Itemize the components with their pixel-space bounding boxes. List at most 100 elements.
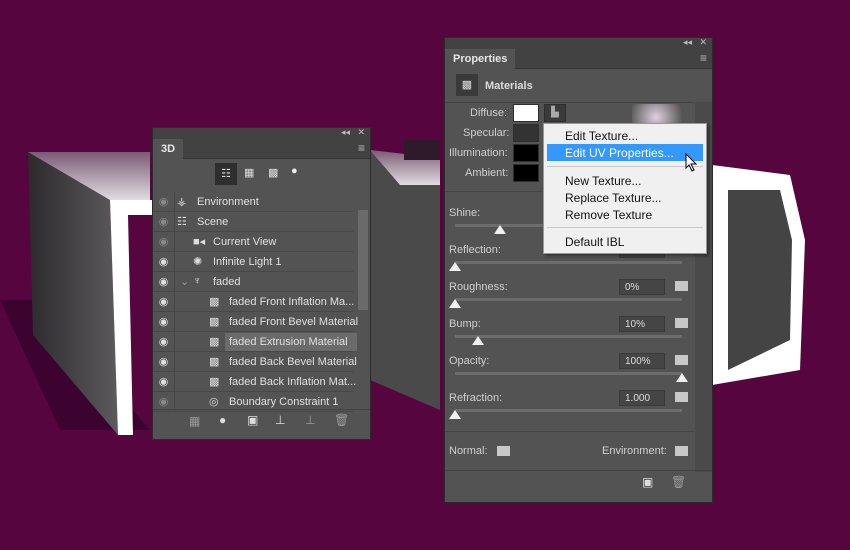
layer-list: ◉ ⚶ Environment ◉ ☷ Scene ◉ ■◂ Current View ◉ ✺ Inf… (153, 192, 370, 412)
collapse-icon[interactable]: ◂◂ (341, 127, 350, 138)
scene-filter-icon[interactable]: ☷ (215, 163, 237, 185)
trash-icon[interactable]: 🗑 (671, 475, 686, 489)
slider-value-field[interactable]: 10% (619, 316, 665, 332)
slider-label: Bump: (449, 318, 481, 330)
texture-folder-icon[interactable] (675, 392, 688, 402)
scrollbar[interactable] (358, 210, 368, 310)
panel-menu-icon[interactable]: ≡ (358, 142, 365, 154)
texture-folder-icon[interactable] (675, 318, 688, 328)
visibility-eye-icon[interactable]: ◉ (153, 312, 175, 332)
environment-icon: ⚶ (177, 196, 187, 208)
mesh-filter-icon[interactable]: ▦ (244, 166, 254, 179)
slider-label: Reflection: (449, 244, 501, 256)
close-icon[interactable]: ✕ (699, 37, 707, 48)
menu-item-new-texture[interactable]: New Texture... (547, 172, 703, 189)
slider-value-field[interactable]: 1.000 (619, 390, 665, 406)
collapse-icon[interactable]: ◂◂ (683, 37, 692, 48)
layer-row[interactable]: ◉ ▩ faded Extrusion Material (153, 332, 357, 352)
material-icon: ▩ (209, 296, 220, 308)
slider-thumb[interactable] (449, 410, 461, 419)
slider-label: Roughness: (449, 281, 508, 293)
normal-folder-icon[interactable] (497, 446, 510, 456)
material-filter-icon[interactable]: ▩ (268, 166, 278, 179)
slider-track[interactable] (455, 335, 682, 338)
specular-label: Specular: (463, 127, 510, 139)
slider-track[interactable] (455, 372, 682, 375)
layer-row[interactable]: ◉ ▩ faded Back Bevel Material (153, 352, 357, 372)
texture-context-menu: Edit Texture... Edit UV Properties... Ne… (543, 123, 707, 254)
layer-label: Infinite Light 1 (213, 256, 282, 268)
slider-thumb[interactable] (449, 299, 461, 308)
ambient-label: Ambient: (465, 167, 509, 179)
slider-thumb[interactable] (471, 336, 484, 345)
diffuse-swatch[interactable] (513, 104, 539, 122)
add-light-icon[interactable]: ● (219, 413, 226, 427)
layer-row[interactable]: ◉ ⌄ ♆ faded (153, 272, 353, 292)
panel-titlebar: ◂◂ ✕ (445, 37, 712, 49)
3d-text-canvas (0, 140, 805, 435)
layer-row[interactable]: ◉ ☷ Scene (153, 212, 353, 232)
slider-value-field[interactable]: 0% (619, 279, 665, 295)
chevron-down-icon[interactable]: ⌄ (180, 275, 189, 288)
illumination-swatch[interactable] (513, 144, 539, 162)
section-title: Materials (485, 80, 533, 92)
visibility-eye-icon[interactable]: ◉ (153, 192, 175, 212)
slider-value-field[interactable]: 100% (619, 353, 665, 369)
slider-track[interactable] (455, 298, 682, 301)
ambient-swatch[interactable] (513, 164, 539, 182)
visibility-eye-icon[interactable]: ◉ (153, 232, 175, 252)
layer-row[interactable]: ◉ ✺ Infinite Light 1 (153, 252, 353, 272)
layer-label: Boundary Constraint 1 (229, 396, 339, 408)
panel-menu-icon[interactable]: ≡ (700, 52, 707, 64)
materials-icon: ▩ (456, 74, 478, 96)
constraint-icon: ◎ (209, 396, 219, 408)
drop-to-ground-icon[interactable]: ⊥ (275, 413, 285, 427)
visibility-eye-icon[interactable]: ◉ (153, 272, 175, 292)
visibility-eye-icon[interactable]: ◉ (153, 252, 175, 272)
material-icon: ▩ (209, 316, 220, 328)
layer-label: Current View (213, 236, 277, 248)
menu-item-edit-texture[interactable]: Edit Texture... (547, 127, 703, 144)
render-icon[interactable]: ▣ (642, 475, 653, 489)
visibility-eye-icon[interactable]: ◉ (153, 332, 175, 352)
layer-label: Environment (197, 196, 259, 208)
texture-folder-icon[interactable] (675, 355, 688, 365)
visibility-eye-icon[interactable]: ◉ (153, 292, 175, 312)
slider-track[interactable] (455, 261, 682, 264)
tab-properties[interactable]: Properties (445, 49, 516, 69)
menu-item-default-ibl[interactable]: Default IBL (547, 233, 703, 250)
menu-item-replace-texture[interactable]: Replace Texture... (547, 189, 703, 206)
slider-track[interactable] (455, 409, 682, 412)
layer-row[interactable]: ◉ ■◂ Current View (153, 232, 353, 252)
menu-item-edit-uv-properties[interactable]: Edit UV Properties... (547, 144, 703, 161)
add-mesh-icon[interactable]: ▦ (189, 414, 200, 428)
menu-item-remove-texture[interactable]: Remove Texture (547, 206, 703, 223)
texture-folder-icon[interactable] (675, 281, 688, 291)
3d-panel: ◂◂ ✕ 3D ≡ ☷ ▦ ▩ ● ◉ ⚶ Environment ◉ ☷ Scene ◉ ■◂… (152, 127, 371, 440)
constraint-icon[interactable]: ⊥ (305, 413, 315, 427)
layer-label: Scene (197, 216, 229, 228)
trash-icon[interactable]: 🗑 (334, 413, 349, 427)
visibility-eye-icon[interactable]: ◉ (153, 352, 175, 372)
specular-swatch[interactable] (513, 124, 539, 142)
layer-row[interactable]: ◉ ▩ faded Front Inflation Ma... (153, 292, 354, 312)
slider-thumb[interactable] (494, 225, 507, 234)
light-filter-icon[interactable]: ● (291, 165, 298, 177)
visibility-eye-icon[interactable]: ◉ (153, 212, 175, 232)
visibility-eye-icon[interactable]: ◉ (153, 372, 175, 392)
diffuse-texture-button[interactable]: ▙ (544, 104, 566, 122)
close-icon[interactable]: ✕ (357, 127, 365, 138)
layer-label: faded (213, 276, 241, 288)
environment-folder-icon[interactable] (675, 446, 688, 456)
mesh-icon: ♆ (193, 275, 202, 287)
slider-thumb[interactable] (449, 262, 461, 271)
layer-label: faded Extrusion Material (225, 333, 357, 351)
tab-3d[interactable]: 3D (153, 139, 184, 159)
layer-row[interactable]: ◉ ▩ faded Back Inflation Mat... (153, 372, 356, 392)
camera-icon: ■◂ (193, 236, 206, 248)
render-icon[interactable]: ▣ (247, 413, 258, 427)
illumination-label: Illumination: (449, 147, 508, 159)
layer-row[interactable]: ◉ ⚶ Environment (153, 192, 353, 212)
slider-thumb[interactable] (676, 373, 688, 382)
layer-row[interactable]: ◉ ▩ faded Front Bevel Material (153, 312, 358, 332)
